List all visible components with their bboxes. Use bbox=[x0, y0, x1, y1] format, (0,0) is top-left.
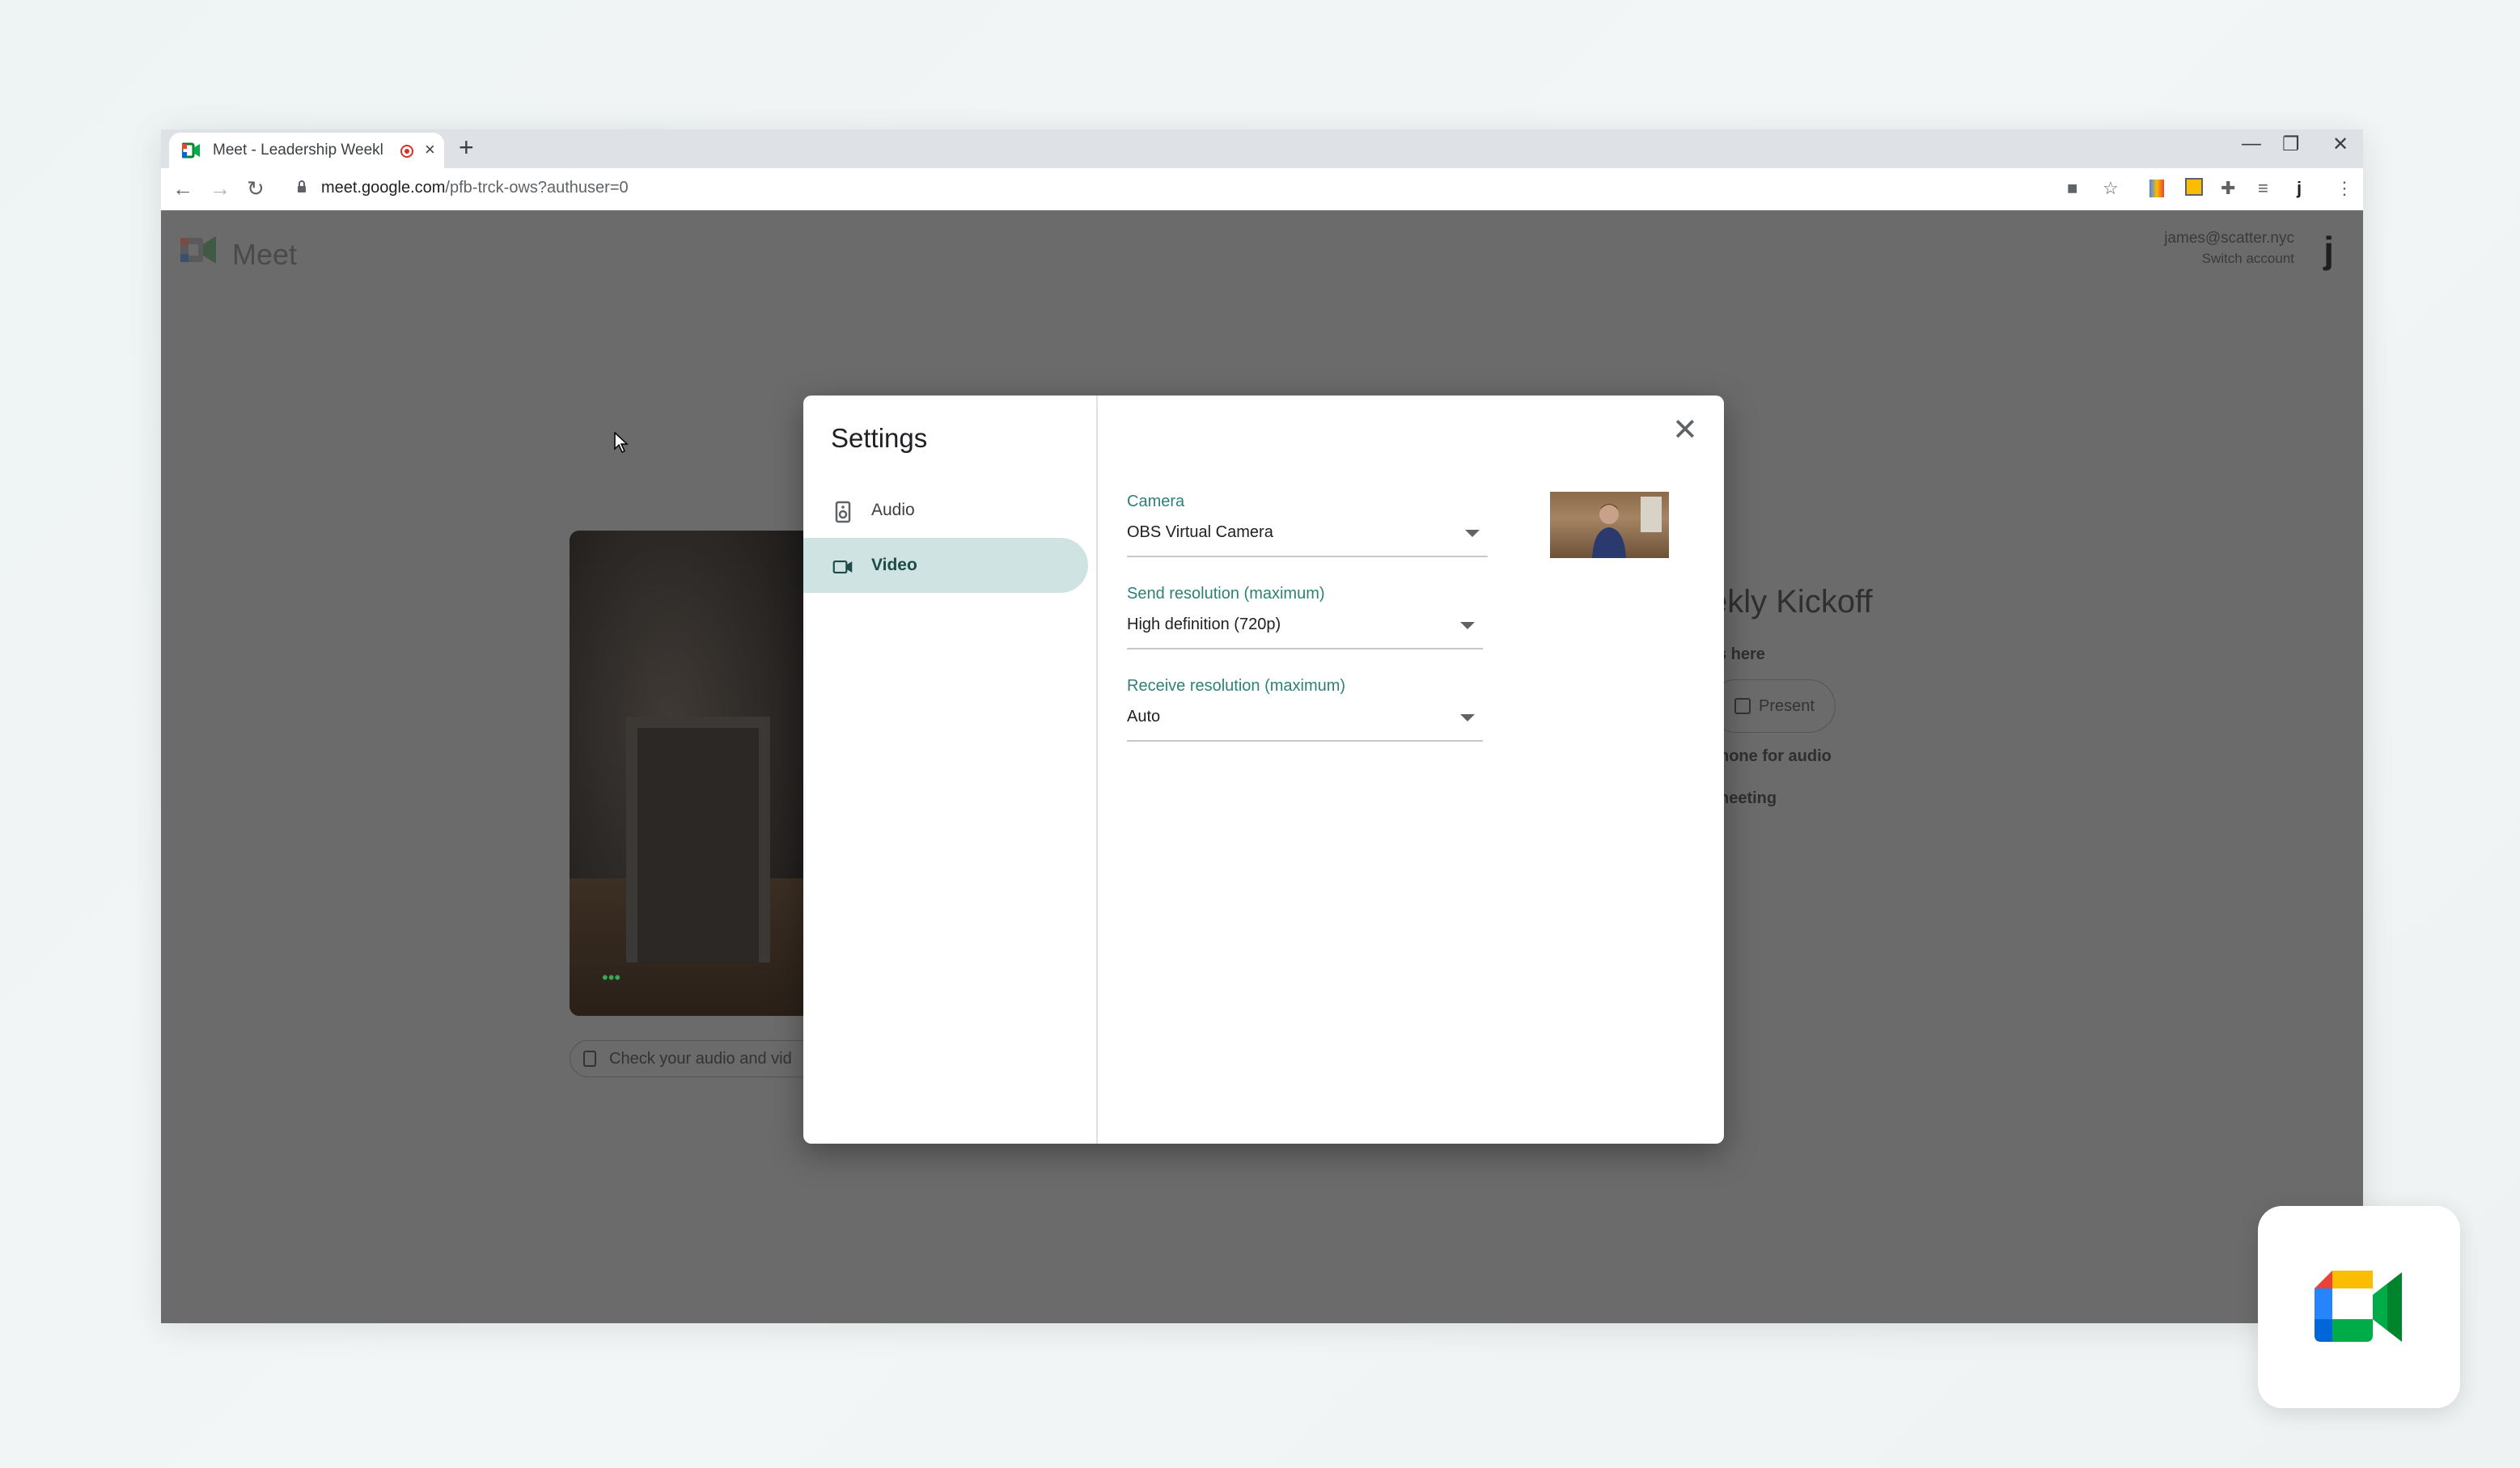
chevron-down-icon bbox=[1465, 530, 1480, 537]
chevron-down-icon bbox=[1460, 622, 1475, 629]
meet-app-tile bbox=[2258, 1206, 2460, 1408]
restore-icon[interactable]: ❐ bbox=[2282, 133, 2300, 156]
select-underline bbox=[1127, 648, 1483, 649]
meet-favicon-icon bbox=[182, 142, 200, 159]
thumbnail-window bbox=[1641, 497, 1662, 532]
recording-indicator-icon bbox=[400, 145, 413, 158]
close-window-icon[interactable]: ✕ bbox=[2332, 133, 2348, 156]
forward-icon[interactable]: → bbox=[210, 176, 231, 201]
tab-bar: Meet - Leadership Weekly K × + — ❐ ✕ bbox=[161, 129, 2363, 168]
lock-icon[interactable] bbox=[297, 180, 307, 193]
mouse-cursor-icon bbox=[614, 432, 629, 453]
calendar-icon[interactable] bbox=[2185, 178, 2203, 196]
extension-icon[interactable] bbox=[2149, 180, 2164, 197]
preview-fireplace bbox=[626, 717, 770, 962]
video-camera-icon bbox=[832, 560, 853, 574]
url-host: meet.google.com bbox=[321, 179, 446, 197]
check-audio-video-button[interactable]: Check your audio and vid bbox=[570, 1040, 828, 1077]
more-options-icon[interactable]: ••• bbox=[602, 967, 620, 988]
address-bar[interactable]: meet.google.com/pfb-trck-ows?authuser=0 bbox=[321, 179, 629, 197]
use-phone-audio-link[interactable]: hone for audio bbox=[1719, 747, 1832, 766]
send-resolution-select[interactable]: Send resolution (maximum) High definitio… bbox=[1127, 585, 1483, 659]
puzzle-icon[interactable]: ✚ bbox=[2221, 178, 2235, 199]
camera-select[interactable]: Camera OBS Virtual Camera bbox=[1127, 493, 1488, 567]
settings-nav-label: Video bbox=[871, 556, 917, 574]
present-button[interactable]: Present bbox=[1709, 679, 1836, 733]
select-underline bbox=[1127, 556, 1488, 557]
present-label: Present bbox=[1759, 697, 1815, 715]
present-icon bbox=[1734, 698, 1751, 714]
tab-close-icon[interactable]: × bbox=[425, 139, 435, 160]
person-silhouette-icon bbox=[1592, 504, 1626, 558]
receive-resolution-label: Receive resolution (maximum) bbox=[1127, 677, 1346, 695]
receive-resolution-select[interactable]: Receive resolution (maximum) Auto bbox=[1127, 677, 1483, 751]
participants-status: s here bbox=[1717, 645, 1765, 663]
meeting-option-link[interactable]: neeting bbox=[1719, 789, 1777, 808]
settings-nav-video[interactable]: Video bbox=[803, 538, 1088, 593]
meet-wordmark: Meet bbox=[232, 238, 298, 271]
close-dialog-icon[interactable]: ✕ bbox=[1672, 415, 1698, 446]
back-icon[interactable]: ← bbox=[172, 176, 193, 201]
send-resolution-label: Send resolution (maximum) bbox=[1127, 585, 1325, 603]
receive-resolution-value: Auto bbox=[1127, 708, 1161, 726]
profile-j-icon[interactable]: j bbox=[2297, 178, 2302, 199]
star-icon[interactable]: ☆ bbox=[2103, 178, 2119, 199]
camera-icon[interactable]: ■ bbox=[2067, 178, 2077, 199]
minimize-icon[interactable]: — bbox=[2242, 133, 2261, 155]
check-audio-video-label: Check your audio and vid bbox=[609, 1050, 792, 1068]
camera-value: OBS Virtual Camera bbox=[1127, 523, 1273, 541]
switch-account-link[interactable]: Switch account bbox=[2202, 251, 2294, 267]
avatar[interactable]: j bbox=[2323, 228, 2334, 272]
device-check-icon bbox=[583, 1051, 596, 1067]
settings-nav-audio[interactable]: Audio bbox=[803, 483, 1088, 538]
camera-preview-thumbnail bbox=[1550, 492, 1669, 558]
tab-meet[interactable]: Meet - Leadership Weekly K × bbox=[169, 133, 444, 168]
url-path: /pfb-trck-ows?authuser=0 bbox=[445, 179, 629, 197]
account-email: james@scatter.nyc bbox=[2164, 230, 2294, 247]
menu-icon[interactable]: ⋮ bbox=[2336, 178, 2353, 199]
settings-title: Settings bbox=[831, 423, 928, 453]
camera-label: Camera bbox=[1127, 493, 1185, 510]
meet-logo-large-icon bbox=[2315, 1271, 2402, 1342]
tab-title: Meet - Leadership Weekly K bbox=[213, 142, 383, 159]
media-icon[interactable]: ≡ bbox=[2258, 178, 2268, 199]
reload-icon[interactable]: ↻ bbox=[247, 176, 265, 201]
meeting-title: ekly Kickoff bbox=[1709, 584, 1873, 620]
browser-toolbar: ← → ↻ meet.google.com/pfb-trck-ows?authu… bbox=[161, 168, 2363, 211]
settings-nav-label: Audio bbox=[871, 501, 915, 519]
speaker-icon bbox=[835, 501, 851, 523]
chevron-down-icon bbox=[1460, 714, 1475, 721]
send-resolution-value: High definition (720p) bbox=[1127, 616, 1281, 633]
self-video-preview: ••• bbox=[570, 531, 820, 1016]
new-tab-button[interactable]: + bbox=[459, 133, 474, 163]
meet-logo-icon bbox=[180, 236, 216, 264]
select-underline bbox=[1127, 740, 1483, 742]
settings-sidebar: Settings Audio Video bbox=[803, 396, 1098, 1144]
